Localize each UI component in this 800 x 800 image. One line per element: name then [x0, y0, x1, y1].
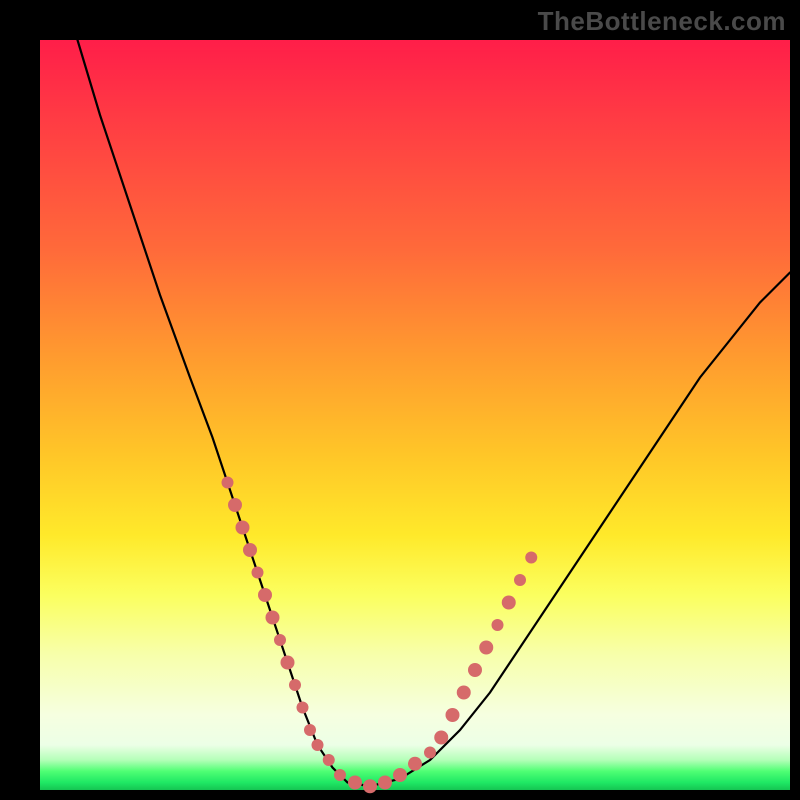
curve-marker [514, 574, 526, 586]
curve-marker [304, 724, 316, 736]
curve-marker [408, 757, 422, 771]
plot-area [40, 40, 790, 790]
curve-marker [446, 708, 460, 722]
curve-marker [502, 596, 516, 610]
curve-marker [525, 552, 537, 564]
curve-marker [289, 679, 301, 691]
curve-marker [434, 731, 448, 745]
curve-marker [334, 769, 346, 781]
curve-marker [236, 521, 250, 535]
curve-marker [424, 747, 436, 759]
curve-marker [363, 779, 377, 793]
curve-marker [348, 776, 362, 790]
curve-marker [222, 477, 234, 489]
curve-marker [492, 619, 504, 631]
curve-layer [40, 40, 790, 790]
watermark-text: TheBottleneck.com [538, 6, 786, 37]
curve-marker [281, 656, 295, 670]
curve-marker [479, 641, 493, 655]
curve-markers [222, 477, 538, 794]
bottleneck-curve [78, 40, 791, 786]
curve-marker [243, 543, 257, 557]
curve-marker [378, 776, 392, 790]
curve-marker [312, 739, 324, 751]
curve-marker [228, 498, 242, 512]
curve-marker [274, 634, 286, 646]
curve-marker [252, 567, 264, 579]
curve-marker [266, 611, 280, 625]
curve-marker [457, 686, 471, 700]
curve-marker [468, 663, 482, 677]
chart-frame: TheBottleneck.com [0, 0, 800, 800]
curve-marker [393, 768, 407, 782]
curve-marker [258, 588, 272, 602]
curve-marker [323, 754, 335, 766]
curve-marker [297, 702, 309, 714]
